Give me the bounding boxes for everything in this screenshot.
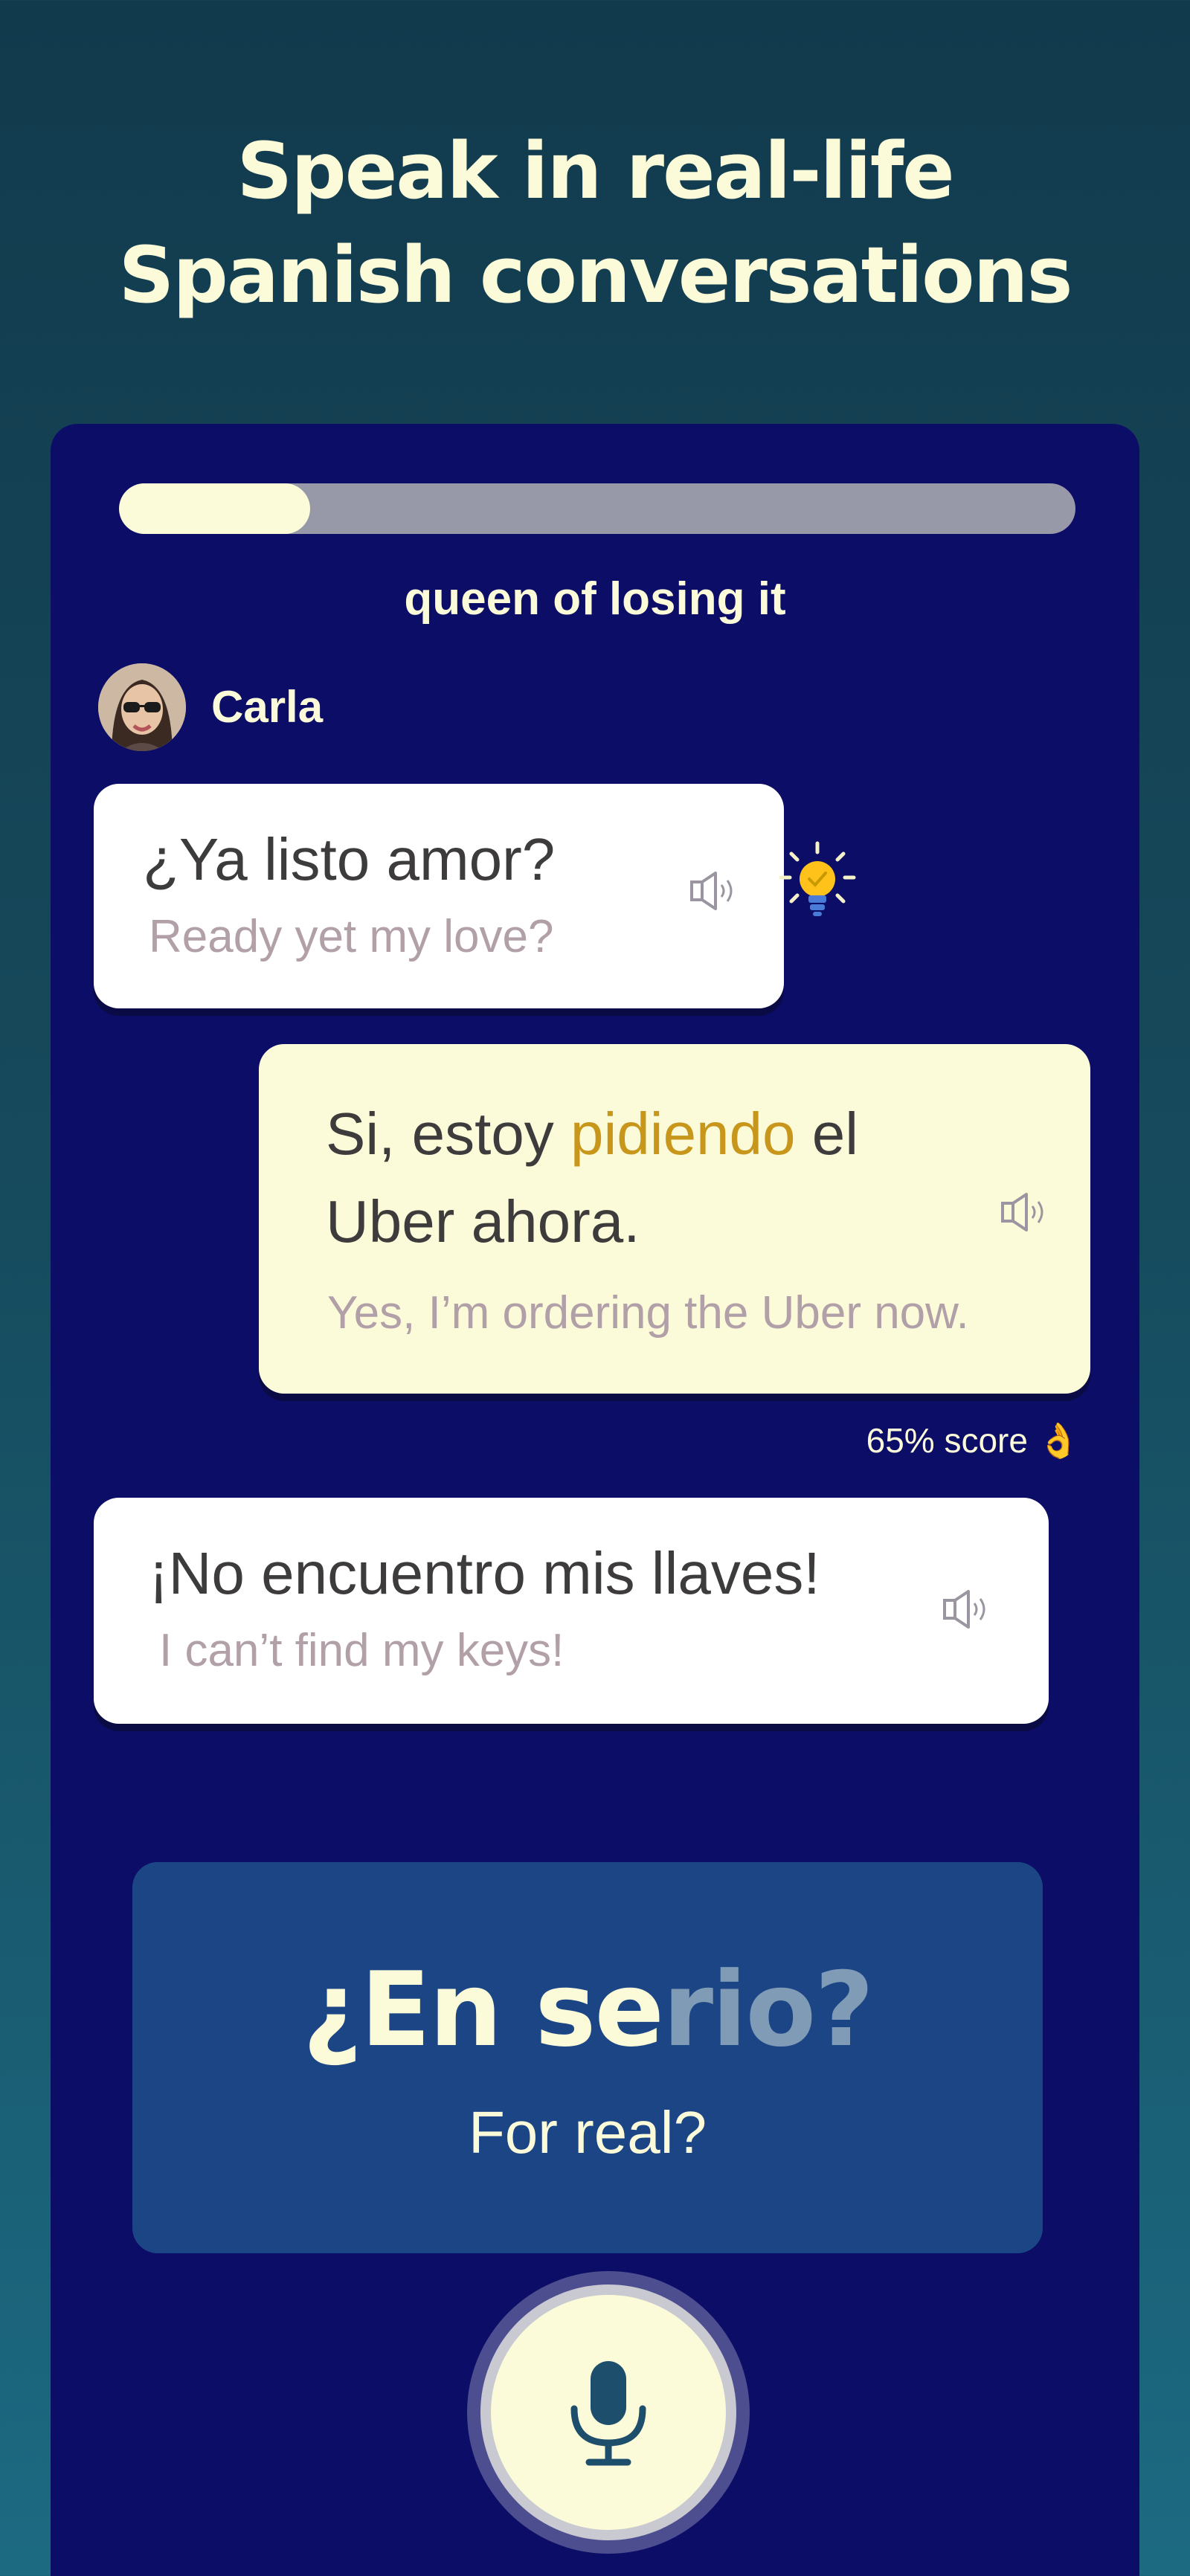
lesson-progress-bar: [119, 483, 1075, 534]
message-bubble-outgoing: Si, estoy pidiendo el Uber ahora. Yes, I…: [259, 1044, 1090, 1394]
current-phrase-card: ¿En serio? For real?: [132, 1862, 1043, 2253]
headline-line-1: Speak in real-life: [237, 126, 954, 216]
headline-line-2: Spanish conversations: [118, 230, 1073, 321]
headline: Speak in real-life Spanish conversations: [0, 119, 1190, 327]
phrase-spoken-part: ¿En se: [302, 1950, 664, 2070]
message-bubble-incoming: ¿Ya listo amor? Ready yet my love?: [94, 784, 784, 1008]
message-bubble-incoming: ¡No encuentro mis llaves! I can’t find m…: [94, 1498, 1049, 1724]
speaker-name: Carla: [211, 682, 324, 732]
message-text-line-2: Uber ahora.: [326, 1188, 640, 1255]
record-button[interactable]: [480, 2284, 736, 2540]
message-text-after: el: [795, 1101, 859, 1167]
phrase-translation: For real?: [468, 2099, 707, 2166]
speaker-icon[interactable]: [942, 1587, 994, 1632]
speaker-icon[interactable]: [1000, 1190, 1052, 1234]
message-translation: I can’t find my keys!: [159, 1625, 565, 1676]
message-text: ¿Ya listo amor?: [143, 826, 556, 892]
message-translation: Yes, I’m ordering the Uber now.: [327, 1287, 969, 1339]
speaker-icon[interactable]: [689, 869, 741, 913]
current-phrase: ¿En serio?: [132, 1950, 1043, 2070]
microphone-icon: [570, 2361, 646, 2466]
pronunciation-score: 65% score 👌: [866, 1421, 1080, 1460]
conversation-panel: queen of losing it Carla ¿Ya listo amor?…: [51, 424, 1139, 2576]
lesson-title: queen of losing it: [404, 573, 786, 625]
highlighted-word[interactable]: pidiendo: [570, 1101, 796, 1167]
message-text-before: Si, estoy: [326, 1101, 571, 1167]
avatar: [98, 663, 186, 751]
message-translation: Ready yet my love?: [149, 911, 554, 962]
lightbulb-icon[interactable]: [776, 840, 858, 930]
phrase-remaining-part: rio?: [663, 1950, 874, 2070]
lesson-progress-fill: [119, 483, 311, 534]
message-text: ¡No encuentro mis llaves!: [149, 1540, 820, 1606]
message-text: Si, estoy pidiendo el Uber ahora.: [326, 1090, 995, 1266]
